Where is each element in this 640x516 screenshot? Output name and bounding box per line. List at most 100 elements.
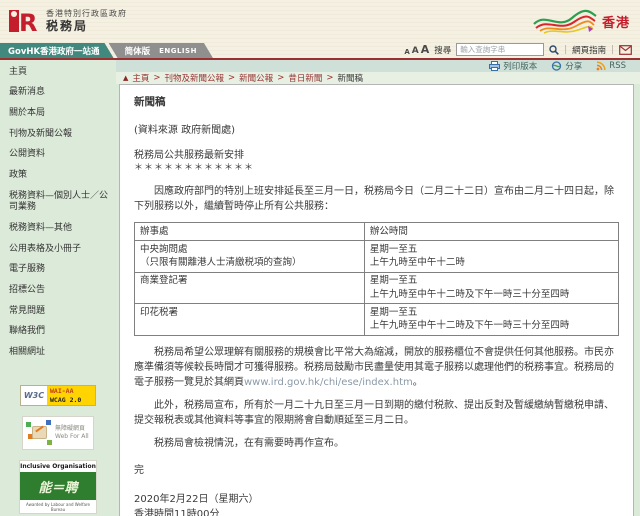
web-for-all-badge[interactable]: 無障礙網頁 Web For All — [22, 416, 94, 450]
sidebar-item-contact-us[interactable]: 聯絡我們 — [0, 322, 116, 343]
font-size-controls: A A A — [404, 43, 429, 56]
breadcrumb-home[interactable]: 主頁 — [132, 72, 149, 84]
table-row: 中央詢問處 （只限有關離港人士清繳税項的查詢） 星期一至五 上午九時至中午十二時 — [135, 241, 619, 273]
paragraph-4: 税務局會檢視情況，在有需要時再作宣布。 — [134, 436, 619, 451]
sidebar: 主頁 最新消息 關於本局 刊物及新聞公報 公開資料 政策 税務資料—個別人士／公… — [0, 60, 116, 516]
sidebar-badges: W3C WAI-AA WCAG 2.0 — [0, 385, 116, 516]
press-release-subject: 税務局公共服務最新安排 — [134, 149, 619, 162]
office-days: 星期一至五 — [370, 306, 613, 320]
contact-mail-button[interactable] — [619, 45, 632, 55]
release-time: 香港時間11時00分 — [134, 507, 619, 516]
eservices-url-link[interactable]: www.ird.gov.hk/chi/ese/index.htm — [244, 377, 413, 388]
office-note: （只限有關離港人士清繳税項的查詢） — [140, 256, 359, 270]
wfa-chinese-label: 無障礙網頁 — [55, 425, 89, 433]
brand-hk-text: 香港 — [602, 12, 630, 31]
search-label: 搜尋 — [434, 44, 451, 56]
paragraph-3: 此外，税務局宣布，所有於一月二十九日至三月一日到期的繳付税款、提出反對及暫緩繳納… — [134, 398, 619, 428]
sidebar-item-faq[interactable]: 常見問題 — [0, 301, 116, 322]
svg-text:R: R — [19, 9, 37, 35]
sidebar-item-whats-new[interactable]: 最新消息 — [0, 83, 116, 104]
inclusive-title: Inclusive Organisation — [20, 461, 96, 472]
hours-column-header: 辦公時間 — [364, 223, 618, 241]
subject-underline-asterisks: ＊＊＊＊＊＊＊＊＊＊＊＊ — [134, 162, 619, 176]
sidebar-item-about-us[interactable]: 關於本局 — [0, 103, 116, 124]
rss-icon — [596, 61, 606, 71]
sidebar-item-policies[interactable]: 政策 — [0, 165, 116, 186]
inclusive-calligraphy: 能＝聘 — [20, 472, 96, 500]
breadcrumb-press-releases[interactable]: 新聞公報 — [239, 72, 273, 84]
office-name: 印花税署 — [140, 306, 359, 320]
dept-title-block: 香港特別行政區政府 税務局 — [46, 9, 127, 34]
sidebar-item-eservices[interactable]: 電子服務 — [0, 260, 116, 281]
source-line: (資料來源 政府新聞處) — [134, 123, 619, 138]
search-button[interactable] — [549, 45, 559, 55]
wfa-english-label: Web For All — [55, 433, 89, 441]
sidebar-item-forms[interactable]: 公用表格及小冊子 — [0, 239, 116, 260]
print-version-link[interactable]: 列印版本 — [489, 60, 537, 72]
search-input[interactable] — [456, 43, 544, 56]
sidebar-item-home[interactable]: 主頁 — [0, 62, 116, 83]
breadcrumb-current: 新聞稿 — [337, 72, 363, 84]
site-header: R 香港特別行政區政府 税務局 香港 — [0, 0, 640, 42]
office-days: 星期一至五 — [370, 243, 613, 257]
wcag-aa-badge[interactable]: W3C WAI-AA WCAG 2.0 — [20, 385, 96, 406]
ird-logo-icon[interactable]: R — [8, 7, 38, 35]
sidebar-item-access-info[interactable]: 公開資料 — [0, 145, 116, 166]
web-for-all-icon — [26, 420, 52, 446]
font-size-small-button[interactable]: A — [404, 48, 409, 56]
ird-news-page: R 香港特別行政區政府 税務局 香港 GovHK香港政府一站通 简体版 ENGL… — [0, 0, 640, 516]
font-size-medium-button[interactable]: A — [412, 46, 419, 56]
breadcrumb: ▲ 主頁 > 刊物及新聞公報 > 新聞公報 > 昔日新聞 > 新聞稿 — [116, 72, 640, 84]
home-icon: ▲ — [123, 74, 128, 82]
sidebar-nav: 主頁 最新消息 關於本局 刊物及新聞公報 公開資料 政策 税務資料—個別人士／公… — [0, 62, 116, 363]
tab-english[interactable]: ENGLISH — [159, 47, 197, 55]
sidebar-item-tax-info-others[interactable]: 税務資料—其他 — [0, 219, 116, 240]
wai-aa-label: WAI-AA — [50, 387, 92, 396]
rss-link[interactable]: RSS — [596, 61, 626, 71]
site-guide-link[interactable]: 網頁指南 — [572, 44, 606, 56]
language-tab: 简体版 ENGLISH — [109, 43, 213, 58]
office-hours: 上午九時至中午十二時及下午一時三十分至四時 — [370, 288, 613, 302]
office-name: 中央詢問處 — [140, 243, 359, 257]
tab-simplified-chinese[interactable]: 简体版 — [125, 45, 151, 57]
w3c-label: W3C — [21, 386, 47, 405]
font-size-large-button[interactable]: A — [421, 43, 430, 56]
office-name: 商業登記署 — [140, 274, 359, 288]
content-box: 新聞稿 (資料來源 政府新聞處) 税務局公共服務最新安排 ＊＊＊＊＊＊＊＊＊＊＊… — [119, 84, 634, 516]
share-link[interactable]: 分享 — [551, 60, 582, 72]
share-icon — [551, 61, 562, 71]
search-icon — [549, 45, 559, 55]
table-header-row: 辦事處 辦公時間 — [135, 223, 619, 241]
sidebar-item-tender-notices[interactable]: 招標公告 — [0, 281, 116, 302]
office-days: 星期一至五 — [370, 274, 613, 288]
table-row: 商業登記署 星期一至五 上午九時至中午十二時及下午一時三十分至四時 — [135, 272, 619, 304]
sidebar-item-tax-info-individuals[interactable]: 税務資料—個別人士／公司業務 — [0, 186, 116, 218]
gov-title: 香港特別行政區政府 — [46, 9, 127, 19]
printer-icon — [489, 61, 500, 71]
paragraph-1: 因應政府部門的特別上班安排延長至三月一日，税務局今日（二月二十二日）宣布由二月二… — [134, 184, 619, 214]
inclusive-organisation-badge[interactable]: Inclusive Organisation 能＝聘 Awarded by La… — [19, 460, 97, 514]
office-hours: 上午九時至中午十二時 — [370, 256, 613, 270]
sidebar-item-publications[interactable]: 刊物及新聞公報 — [0, 124, 116, 145]
release-date: 2020年2月22日（星期六） — [134, 492, 619, 507]
office-column-header: 辦事處 — [135, 223, 365, 241]
end-marker: 完 — [134, 463, 619, 478]
table-row: 印花税署 星期一至五 上午九時至中午十二時及下午一時三十分至四時 — [135, 304, 619, 336]
tab-govhk[interactable]: GovHK香港政府一站通 — [0, 43, 114, 58]
sidebar-item-related-links[interactable]: 相關網址 — [0, 343, 116, 364]
breadcrumb-past-news[interactable]: 昔日新聞 — [288, 72, 322, 84]
top-navbar: GovHK香港政府一站通 简体版 ENGLISH A A A 搜尋 | 網頁指南… — [0, 42, 640, 58]
page-title: 新聞稿 — [134, 95, 619, 111]
wcag-label: WCAG 2.0 — [50, 396, 92, 405]
brand-hk-ribbon-icon — [532, 6, 598, 36]
main-area: 列印版本 分享 RSS — [116, 60, 640, 516]
service-hours-table: 辦事處 辦公時間 中央詢問處 （只限有關離港人士清繳税項的查詢） 星期一至五 上… — [134, 222, 619, 335]
envelope-icon — [619, 45, 632, 55]
dept-title: 税務局 — [46, 19, 127, 34]
breadcrumb-publications[interactable]: 刊物及新聞公報 — [165, 72, 225, 84]
brand-hk-logo: 香港 — [532, 6, 630, 36]
nav-utilities: A A A 搜尋 | 網頁指南 | — [404, 43, 632, 56]
paragraph-2: 税務局希望公眾理解有關服務的規模會比平常大為縮減，開放的服務櫃位不會提供任何其他… — [134, 345, 619, 390]
office-hours: 上午九時至中午十二時及下午一時三十分至四時 — [370, 319, 613, 333]
utility-bar: 列印版本 分享 RSS — [116, 60, 640, 72]
